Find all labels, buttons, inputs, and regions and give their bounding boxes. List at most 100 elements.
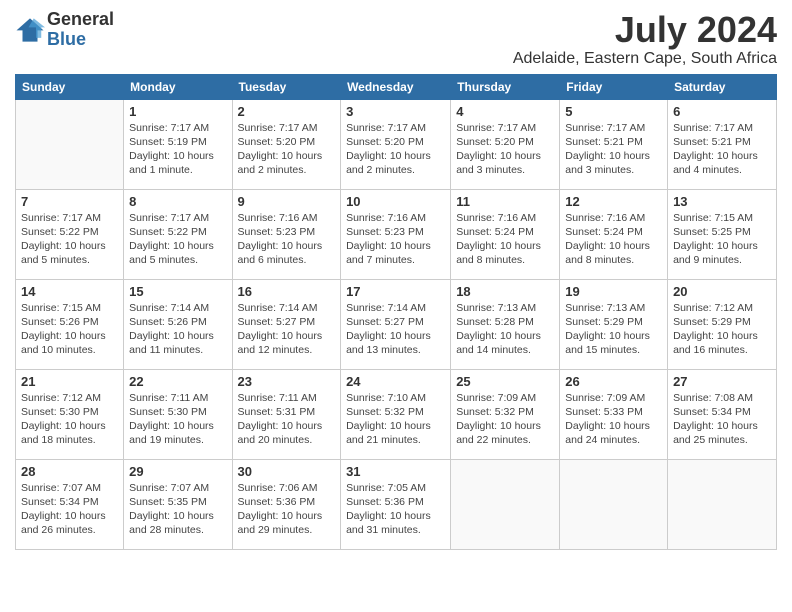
table-row: 18 Sunrise: 7:13 AMSunset: 5:28 PMDayligh…: [451, 279, 560, 369]
day-number: 2: [238, 104, 336, 119]
table-row: 1 Sunrise: 7:17 AMSunset: 5:19 PMDaylight…: [124, 99, 232, 189]
title-area: July 2024 Adelaide, Eastern Cape, South …: [513, 10, 777, 68]
day-info: Sunrise: 7:17 AMSunset: 5:21 PMDaylight:…: [565, 121, 662, 178]
table-row: 30 Sunrise: 7:06 AMSunset: 5:36 PMDayligh…: [232, 459, 341, 549]
day-info: Sunrise: 7:13 AMSunset: 5:28 PMDaylight:…: [456, 301, 554, 358]
day-info: Sunrise: 7:17 AMSunset: 5:20 PMDaylight:…: [346, 121, 445, 178]
day-number: 3: [346, 104, 445, 119]
month-year-title: July 2024: [513, 10, 777, 50]
location-subtitle: Adelaide, Eastern Cape, South Africa: [513, 50, 777, 68]
page-header: General Blue July 2024 Adelaide, Eastern…: [15, 10, 777, 68]
calendar-header-row: Sunday Monday Tuesday Wednesday Thursday…: [16, 74, 777, 99]
day-info: Sunrise: 7:07 AMSunset: 5:35 PMDaylight:…: [129, 481, 226, 538]
day-info: Sunrise: 7:14 AMSunset: 5:26 PMDaylight:…: [129, 301, 226, 358]
day-info: Sunrise: 7:06 AMSunset: 5:36 PMDaylight:…: [238, 481, 336, 538]
table-row: 21 Sunrise: 7:12 AMSunset: 5:30 PMDayligh…: [16, 369, 124, 459]
day-number: 29: [129, 464, 226, 479]
header-thursday: Thursday: [451, 74, 560, 99]
day-number: 30: [238, 464, 336, 479]
day-number: 25: [456, 374, 554, 389]
table-row: 29 Sunrise: 7:07 AMSunset: 5:35 PMDayligh…: [124, 459, 232, 549]
calendar-week-row: 1 Sunrise: 7:17 AMSunset: 5:19 PMDaylight…: [16, 99, 777, 189]
day-number: 13: [673, 194, 771, 209]
table-row: 9 Sunrise: 7:16 AMSunset: 5:23 PMDaylight…: [232, 189, 341, 279]
table-row: 14 Sunrise: 7:15 AMSunset: 5:26 PMDayligh…: [16, 279, 124, 369]
header-tuesday: Tuesday: [232, 74, 341, 99]
table-row: 4Sunrise: 7:17 AMSunset: 5:20 PMDaylight…: [451, 99, 560, 189]
logo-icon: [15, 15, 45, 45]
table-row: [451, 459, 560, 549]
day-number: 14: [21, 284, 118, 299]
day-number: 18: [456, 284, 554, 299]
day-number: 23: [238, 374, 336, 389]
day-number: 22: [129, 374, 226, 389]
day-info: Sunrise: 7:11 AMSunset: 5:31 PMDaylight:…: [238, 391, 336, 448]
day-number: 12: [565, 194, 662, 209]
day-info: Sunrise: 7:11 AMSunset: 5:30 PMDaylight:…: [129, 391, 226, 448]
day-number: 31: [346, 464, 445, 479]
table-row: 19 Sunrise: 7:13 AMSunset: 5:29 PMDayligh…: [560, 279, 668, 369]
day-info: Sunrise: 7:16 AMSunset: 5:23 PMDaylight:…: [238, 211, 336, 268]
day-info: Sunrise: 7:16 AMSunset: 5:23 PMDaylight:…: [346, 211, 445, 268]
calendar-week-row: 28 Sunrise: 7:07 AMSunset: 5:34 PMDayligh…: [16, 459, 777, 549]
day-number: 10: [346, 194, 445, 209]
day-number: 16: [238, 284, 336, 299]
day-info: Sunrise: 7:17 AMSunset: 5:20 PMDaylight:…: [238, 121, 336, 178]
table-row: 11 Sunrise: 7:16 AMSunset: 5:24 PMDayligh…: [451, 189, 560, 279]
day-number: 5: [565, 104, 662, 119]
header-friday: Friday: [560, 74, 668, 99]
day-info: Sunrise: 7:17 AMSunset: 5:22 PMDaylight:…: [21, 211, 118, 268]
table-row: 5 Sunrise: 7:17 AMSunset: 5:21 PMDaylight…: [560, 99, 668, 189]
header-wednesday: Wednesday: [341, 74, 451, 99]
day-number: 7: [21, 194, 118, 209]
day-info: Sunrise: 7:15 AMSunset: 5:26 PMDaylight:…: [21, 301, 118, 358]
table-row: 16Sunrise: 7:14 AMSunset: 5:27 PMDayligh…: [232, 279, 341, 369]
day-number: 19: [565, 284, 662, 299]
calendar-week-row: 7 Sunrise: 7:17 AMSunset: 5:22 PMDaylight…: [16, 189, 777, 279]
table-row: 10 Sunrise: 7:16 AMSunset: 5:23 PMDayligh…: [341, 189, 451, 279]
day-info: Sunrise: 7:16 AMSunset: 5:24 PMDaylight:…: [456, 211, 554, 268]
day-number: 8: [129, 194, 226, 209]
day-number: 9: [238, 194, 336, 209]
day-info: Sunrise: 7:16 AMSunset: 5:24 PMDaylight:…: [565, 211, 662, 268]
day-info: Sunrise: 7:17 AMSunset: 5:22 PMDaylight:…: [129, 211, 226, 268]
day-info: Sunrise: 7:07 AMSunset: 5:34 PMDaylight:…: [21, 481, 118, 538]
day-info: Sunrise: 7:12 AMSunset: 5:30 PMDaylight:…: [21, 391, 118, 448]
day-info: Sunrise: 7:08 AMSunset: 5:34 PMDaylight:…: [673, 391, 771, 448]
table-row: 3 Sunrise: 7:17 AMSunset: 5:20 PMDaylight…: [341, 99, 451, 189]
day-info: Sunrise: 7:09 AMSunset: 5:33 PMDaylight:…: [565, 391, 662, 448]
day-number: 28: [21, 464, 118, 479]
day-number: 4: [456, 104, 554, 119]
logo-area: General Blue: [15, 10, 114, 50]
calendar-week-row: 21 Sunrise: 7:12 AMSunset: 5:30 PMDayligh…: [16, 369, 777, 459]
table-row: 17Sunrise: 7:14 AMSunset: 5:27 PMDayligh…: [341, 279, 451, 369]
header-saturday: Saturday: [668, 74, 777, 99]
table-row: 27Sunrise: 7:08 AMSunset: 5:34 PMDayligh…: [668, 369, 777, 459]
day-number: 15: [129, 284, 226, 299]
table-row: 23 Sunrise: 7:11 AMSunset: 5:31 PMDayligh…: [232, 369, 341, 459]
table-row: 8 Sunrise: 7:17 AMSunset: 5:22 PMDaylight…: [124, 189, 232, 279]
day-info: Sunrise: 7:09 AMSunset: 5:32 PMDaylight:…: [456, 391, 554, 448]
table-row: 24Sunrise: 7:10 AMSunset: 5:32 PMDayligh…: [341, 369, 451, 459]
table-row: 7 Sunrise: 7:17 AMSunset: 5:22 PMDaylight…: [16, 189, 124, 279]
day-number: 1: [129, 104, 226, 119]
day-info: Sunrise: 7:17 AMSunset: 5:19 PMDaylight:…: [129, 121, 226, 178]
table-row: 25 Sunrise: 7:09 AMSunset: 5:32 PMDayligh…: [451, 369, 560, 459]
day-info: Sunrise: 7:15 AMSunset: 5:25 PMDaylight:…: [673, 211, 771, 268]
day-info: Sunrise: 7:13 AMSunset: 5:29 PMDaylight:…: [565, 301, 662, 358]
day-number: 21: [21, 374, 118, 389]
table-row: 26Sunrise: 7:09 AMSunset: 5:33 PMDayligh…: [560, 369, 668, 459]
day-info: Sunrise: 7:05 AMSunset: 5:36 PMDaylight:…: [346, 481, 445, 538]
table-row: 2 Sunrise: 7:17 AMSunset: 5:20 PMDaylight…: [232, 99, 341, 189]
day-number: 6: [673, 104, 771, 119]
day-info: Sunrise: 7:14 AMSunset: 5:27 PMDaylight:…: [346, 301, 445, 358]
table-row: 15 Sunrise: 7:14 AMSunset: 5:26 PMDayligh…: [124, 279, 232, 369]
table-row: 20Sunrise: 7:12 AMSunset: 5:29 PMDayligh…: [668, 279, 777, 369]
logo-general-text: General: [47, 10, 114, 30]
day-number: 11: [456, 194, 554, 209]
table-row: 22 Sunrise: 7:11 AMSunset: 5:30 PMDayligh…: [124, 369, 232, 459]
header-monday: Monday: [124, 74, 232, 99]
table-row: 6Sunrise: 7:17 AMSunset: 5:21 PMDaylight…: [668, 99, 777, 189]
header-sunday: Sunday: [16, 74, 124, 99]
day-number: 24: [346, 374, 445, 389]
